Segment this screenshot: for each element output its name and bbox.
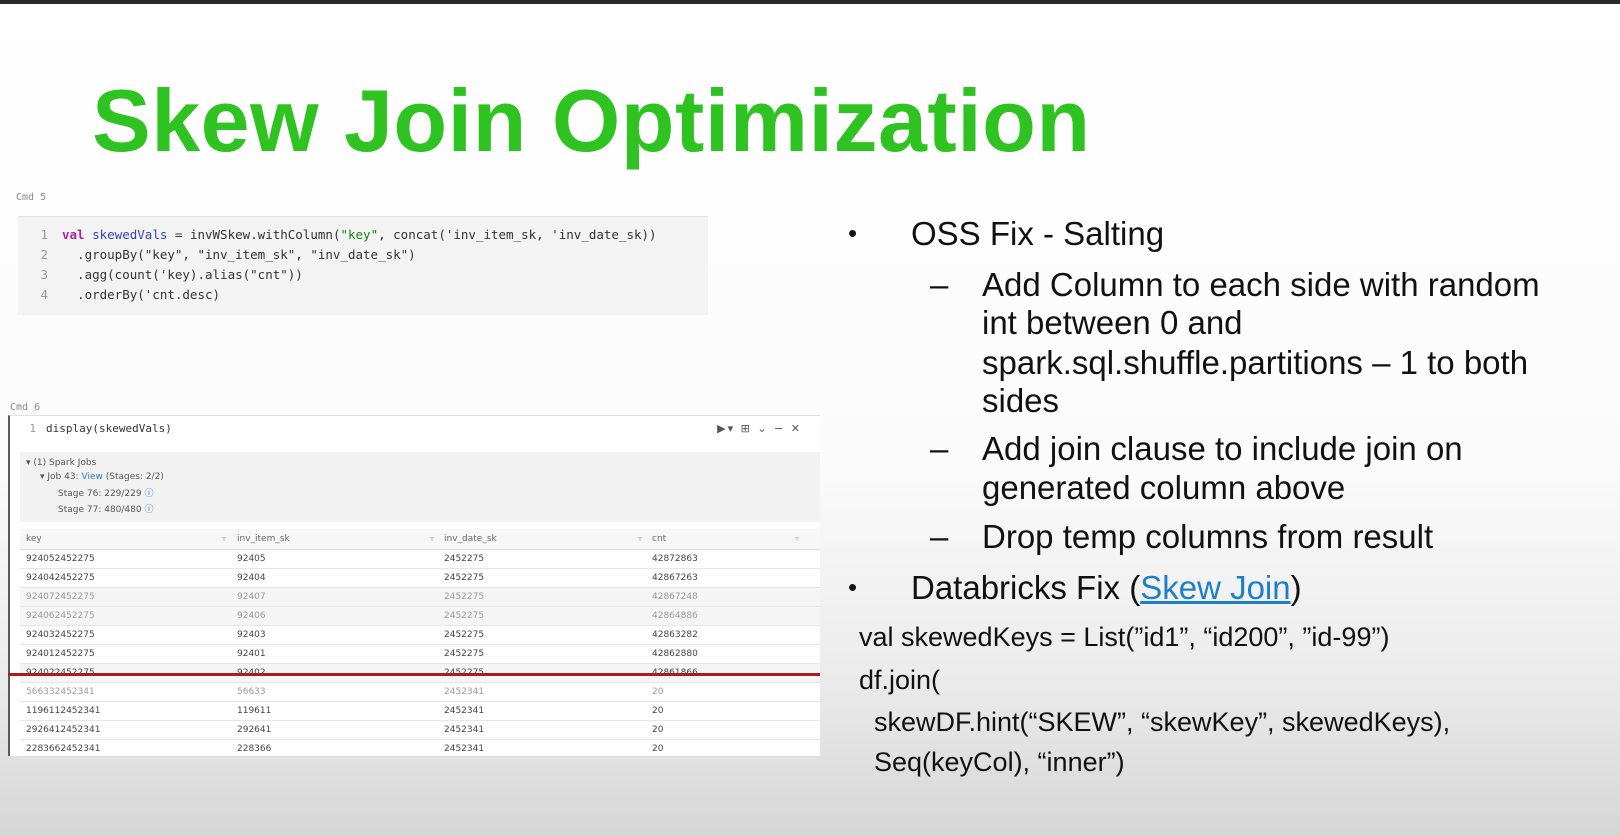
sub-bullet-join-clause-line1: Add join clause to include join on xyxy=(982,430,1463,467)
column-header-cnt[interactable]: cnt xyxy=(652,534,666,544)
sort-icon[interactable]: ▿ xyxy=(638,534,642,543)
info-icon[interactable]: ⓘ xyxy=(144,489,153,499)
notebook-code-cell[interactable]: 1 val skewedVals = invWSkew.withColumn("k… xyxy=(18,216,708,315)
code-line: 3 .agg(count('key).alias("cnt")) xyxy=(40,267,303,282)
databricks-code-line: df.join( xyxy=(859,665,941,695)
sub-bullet-add-column-line2: int between 0 and xyxy=(982,304,1243,341)
view-link[interactable]: View xyxy=(81,472,102,482)
results-table: key ▿ inv_item_sk ▿ inv_date_sk ▿ cnt ▿ 9240… xyxy=(20,529,820,759)
table-row: 924052452275 92405 2452275 42872863 xyxy=(20,550,820,569)
sub-bullet-add-column-line4: sides xyxy=(982,382,1060,419)
skew-join-link[interactable]: Skew Join xyxy=(1140,569,1290,606)
dash-marker: – xyxy=(930,430,949,467)
table-row: 2283662452341 228366 2452341 20 xyxy=(20,740,820,759)
stage-row: Stage 76: 229/229 ⓘ xyxy=(58,489,154,499)
sub-bullet-add-column-line3: spark.sql.shuffle.partitions – 1 to both xyxy=(982,344,1529,381)
dash-marker: – xyxy=(930,266,949,303)
stage-row: Stage 77: 480/480 ⓘ xyxy=(58,505,154,515)
sort-icon[interactable]: ▿ xyxy=(795,534,799,543)
table-row: 924062452275 92406 2452275 42864886 xyxy=(20,607,820,626)
table-row: 924072452275 92407 2452275 42867248 xyxy=(20,588,820,607)
dash-marker: – xyxy=(930,518,949,555)
cell-label-cmd5: Cmd 5 xyxy=(16,192,47,203)
table-row: 924032452275 92403 2452275 42863282 xyxy=(20,626,820,645)
column-header-inv-date-sk[interactable]: inv_date_sk xyxy=(444,534,497,544)
code-line: 4 .orderBy('cnt.desc) xyxy=(40,287,221,302)
code-line: 2 .groupBy("key", "inv_item_sk", "inv_da… xyxy=(40,247,416,262)
databricks-code-line: val skewedKeys = List(”id1”, “id200”, ”i… xyxy=(859,622,1390,652)
info-icon[interactable]: ⓘ xyxy=(144,505,153,515)
top-border xyxy=(0,0,1620,4)
bullet-dot: • xyxy=(848,218,858,248)
table-row: 924012452275 92401 2452275 42862880 xyxy=(20,645,820,664)
notebook-display-cell[interactable]: 1 display(skewedVals) ▶▾ ⊞ ⌄ − ✕ ▾ (1) Sp… xyxy=(8,415,820,759)
databricks-code-line: Seq(keyCol), “inner”) xyxy=(859,747,1125,777)
spark-jobs-panel: ▾ (1) Spark Jobs ▾ Job 43: View (Stages:… xyxy=(20,452,820,522)
code-line: 1 val skewedVals = invWSkew.withColumn("k… xyxy=(40,227,657,242)
spark-jobs-toggle[interactable]: ▾ (1) Spark Jobs xyxy=(26,458,96,468)
sub-bullet-drop-temp: Drop temp columns from result xyxy=(982,518,1434,555)
bullet-databricks-fix: Databricks Fix (Skew Join) xyxy=(911,569,1302,606)
sub-bullet-add-column-line1: Add Column to each side with random xyxy=(982,266,1540,303)
databricks-code-line: skewDF.hint(“SKEW”, “skewKey”, skewedKey… xyxy=(859,707,1451,737)
sort-icon[interactable]: ▿ xyxy=(222,534,226,543)
sub-bullet-join-clause-line2: generated column above xyxy=(982,469,1346,506)
skew-threshold-line xyxy=(8,673,820,676)
cell-label-cmd6: Cmd 6 xyxy=(10,402,41,413)
table-row: 2926412452341 292641 2452341 20 xyxy=(20,721,820,740)
table-row: 566332452341 56633 2452341 20 xyxy=(20,683,820,702)
table-row: 924042452275 92404 2452275 42867263 xyxy=(20,569,820,588)
sort-icon[interactable]: ▿ xyxy=(430,534,434,543)
display-code-line: 1 display(skewedVals) xyxy=(29,422,172,435)
column-header-inv-item-sk[interactable]: inv_item_sk xyxy=(237,534,290,544)
table-header-row: key ▿ inv_item_sk ▿ inv_date_sk ▿ cnt ▿ xyxy=(20,529,820,550)
slide-title: Skew Join Optimization xyxy=(92,71,1091,170)
job-row: ▾ Job 43: View (Stages: 2/2) xyxy=(40,472,164,482)
column-header-key[interactable]: key xyxy=(26,534,42,544)
bullet-oss-fix: OSS Fix - Salting xyxy=(911,215,1165,252)
cell-toolbar-icons[interactable]: ▶▾ ⊞ ⌄ − ✕ xyxy=(717,422,802,435)
bullet-dot: • xyxy=(848,572,858,602)
table-row: 1196112452341 119611 2452341 20 xyxy=(20,702,820,721)
